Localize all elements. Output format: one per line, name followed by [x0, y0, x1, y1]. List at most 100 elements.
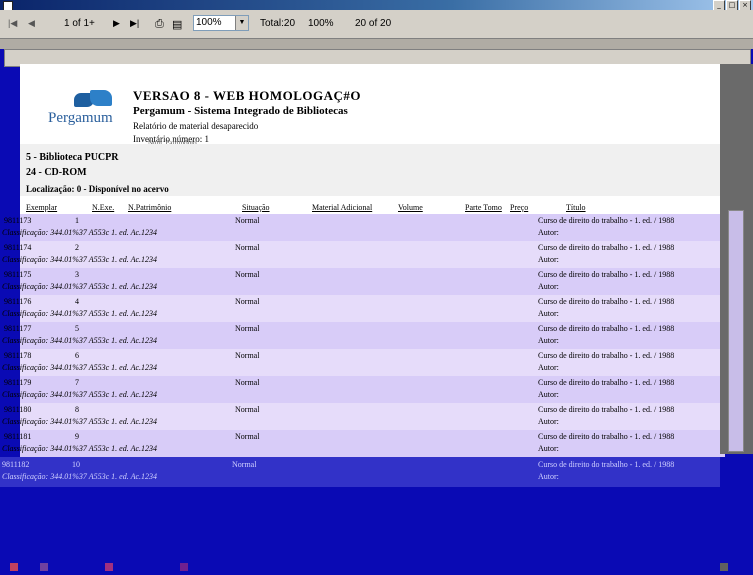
logo-text: Pergamum — [48, 110, 113, 126]
column-headers: Exemplar N.Exe. N.Patrimônio Situação Ma… — [20, 196, 720, 216]
report-header: Pergamum VERSAO 8 - WEB HOMOLOGAÇ#O Perg… — [20, 64, 740, 147]
titulo-cell: Curso de direito do trabalho - 1. ed. / … — [538, 243, 675, 252]
titulo-cell: Curso de direito do trabalho - 1. ed. / … — [538, 270, 675, 279]
situacao-cell: Normal — [235, 432, 260, 441]
classificacao-cell: Classificação: 344.01%37 A553c 1. ed. Ac… — [2, 472, 158, 481]
nexe-cell: 7 — [75, 378, 79, 387]
nexe-cell: 9 — [75, 432, 79, 441]
exemplar-cell: 9811177 — [4, 324, 32, 333]
titulo-cell: Curso de direito do trabalho - 1. ed. / … — [538, 216, 675, 225]
situacao-cell: Normal — [235, 270, 260, 279]
situacao-cell: Normal — [235, 351, 260, 360]
taskbar-icon[interactable] — [10, 563, 18, 571]
toolbar-separator — [0, 39, 753, 49]
situacao-cell: Normal — [235, 243, 260, 252]
next-page-button[interactable]: ▶ — [113, 18, 120, 29]
nexe-cell: 3 — [75, 270, 79, 279]
classificacao-cell: Classificação: 344.01%37 A553c 1. ed. Ac… — [2, 336, 158, 345]
location-label: Localização: 0 - Disponível no acervo — [26, 184, 169, 194]
zoom-select[interactable]: 100% ▼ — [193, 15, 249, 31]
media-label: 24 - CD-ROM — [26, 167, 87, 178]
nexe-cell: 2 — [75, 243, 79, 252]
exemplar-cell: 9811175 — [4, 270, 32, 279]
classificacao-cell: Classificação: 344.01%37 A553c 1. ed. Ac… — [2, 390, 158, 399]
classificacao-cell: Classificação: 344.01%37 A553c 1. ed. Ac… — [2, 417, 158, 426]
exemplar-cell: 9811180 — [4, 405, 32, 414]
classificacao-cell: Classificação: 344.01%37 A553c 1. ed. Ac… — [2, 444, 158, 453]
taskbar-icon[interactable] — [105, 563, 113, 571]
col-npatrimonio: N.Patrimônio — [128, 203, 172, 212]
library-label: 5 - Biblioteca PUCPR — [26, 152, 119, 163]
nexe-cell: 6 — [75, 351, 79, 360]
classificacao-cell: Classificação: 344.01%37 A553c 1. ed. Ac… — [2, 255, 158, 264]
titulo-cell: Curso de direito do trabalho - 1. ed. / … — [538, 432, 675, 441]
nexe-cell: 1 — [75, 216, 79, 225]
taskbar-icon[interactable] — [720, 563, 728, 571]
zoom-value: 100% — [196, 17, 222, 28]
col-volume: Volume — [398, 203, 423, 212]
situacao-cell: Normal — [235, 216, 260, 225]
titulo-cell: Curso de direito do trabalho - 1. ed. / … — [538, 378, 675, 387]
table-row: 9811174 2 Normal Curso de direito do trabal… — [2, 241, 725, 268]
record-count: 20 of 20 — [355, 18, 392, 29]
situacao-cell: Normal — [235, 324, 260, 333]
last-page-button[interactable]: ▶| — [130, 18, 139, 29]
autor-cell: Autor: — [538, 336, 559, 345]
chevron-down-icon[interactable]: ▼ — [235, 16, 248, 30]
situacao-cell: Normal — [235, 297, 260, 306]
col-parte-tomo: Parte Tomo — [465, 203, 502, 212]
titulo-cell: Curso de direito do trabalho - 1. ed. / … — [538, 324, 675, 333]
exemplar-cell: 9811179 — [4, 378, 32, 387]
nexe-cell: 10 — [72, 460, 80, 469]
exemplar-cell: 9811181 — [4, 432, 32, 441]
col-exemplar: Exemplar — [26, 203, 58, 212]
col-preco: Preço — [510, 203, 529, 212]
nexe-cell: 8 — [75, 405, 79, 414]
autor-cell: Autor: — [538, 309, 559, 318]
table-row: 9811178 6 Normal Curso de direito do trabal… — [2, 349, 725, 376]
col-titulo: Título — [566, 203, 586, 212]
autor-cell: Autor: — [538, 282, 559, 291]
classificacao-cell: Classificação: 344.01%37 A553c 1. ed. Ac… — [2, 309, 158, 318]
percent-label: 100% — [308, 18, 334, 29]
titulo-cell: Curso de direito do trabalho - 1. ed. / … — [538, 297, 675, 306]
table-row: 9811179 7 Normal Curso de direito do trabal… — [2, 376, 725, 403]
title-bar: _ □ × — [0, 0, 753, 11]
exemplar-cell: 9811178 — [4, 351, 32, 360]
total-count: Total:20 — [260, 18, 296, 29]
autor-cell: Autor: — [538, 228, 559, 237]
table-row: 9811173 1 Normal Curso de direito do trabal… — [2, 214, 725, 241]
pergamum-logo-icon — [66, 90, 116, 108]
col-material-adicional: Material Adicional — [312, 203, 373, 212]
table-row: 9811180 8 Normal Curso de direito do trabal… — [2, 403, 725, 430]
table-row: 9811181 9 Normal Curso de direito do trabal… — [2, 430, 725, 457]
report-page: Pergamum VERSAO 8 - WEB HOMOLOGAÇ#O Perg… — [2, 64, 740, 457]
taskbar — [0, 560, 753, 575]
taskbar-icon[interactable] — [180, 563, 188, 571]
autor-cell: Autor: — [538, 255, 559, 264]
classificacao-cell: Classificação: 344.01%37 A553c 1. ed. Ac… — [2, 282, 158, 291]
report-rows: 9811173 1 Normal Curso de direito do trabal… — [2, 214, 725, 457]
autor-cell: Autor: — [538, 444, 559, 453]
nexe-cell: 5 — [75, 324, 79, 333]
export-icon[interactable]: ▤ — [172, 18, 182, 31]
situacao-cell: Normal — [232, 460, 257, 469]
exemplar-cell: 9811176 — [4, 297, 32, 306]
col-nexe: N.Exe. — [92, 203, 115, 212]
first-page-button[interactable]: |◀ — [8, 18, 17, 29]
titulo-cell: Curso de direito do trabalho - 1. ed. / … — [538, 351, 675, 360]
classificacao-cell: Classificação: 344.01%37 A553c 1. ed. Ac… — [2, 228, 158, 237]
table-row: 9811175 3 Normal Curso de direito do trabal… — [2, 268, 725, 295]
vertical-scrollbar[interactable] — [728, 210, 744, 452]
report-toolbar: |◀ ◀ 1 of 1+ ▶ ▶| ⎙ ▤ 100% ▼ Total:20 10… — [0, 10, 753, 39]
print-icon[interactable]: ⎙ — [155, 18, 164, 31]
taskbar-icon[interactable] — [40, 563, 48, 571]
report-title: VERSAO 8 - WEB HOMOLOGAÇ#O — [133, 88, 362, 103]
col-situacao: Situação — [242, 203, 270, 212]
report-subtitle: Pergamum - Sistema Integrado de Bibliote… — [133, 105, 348, 117]
titulo-cell: Curso de direito do trabalho - 1. ed. / … — [538, 405, 675, 414]
exemplar-cell: 9811173 — [4, 216, 32, 225]
page-indicator: 1 of 1+ — [64, 18, 95, 29]
group-header: 5 - Biblioteca PUCPR 24 - CD-ROM Localiz… — [20, 144, 720, 196]
prev-page-button[interactable]: ◀ — [28, 18, 35, 29]
